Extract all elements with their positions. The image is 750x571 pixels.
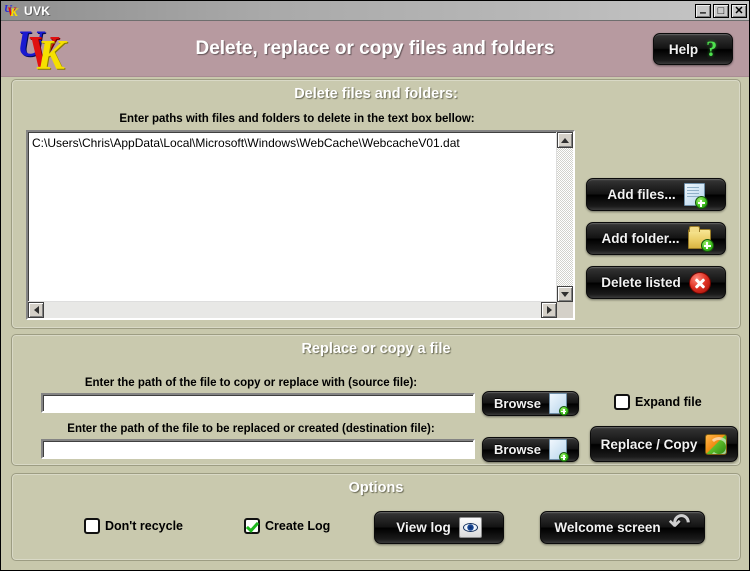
- chevron-up-icon: [561, 137, 569, 143]
- options-panel-title: Options: [348, 480, 404, 496]
- replace-copy-label: Replace / Copy: [600, 436, 698, 452]
- create-log-label: Create Log: [265, 519, 331, 533]
- browse-file-icon: [548, 439, 569, 462]
- vertical-scrollbar[interactable]: [556, 132, 573, 302]
- replace-panel-title: Replace or copy a file: [301, 341, 451, 357]
- logo-letter-k: K: [10, 4, 19, 19]
- page-title: Delete, replace or copy files and folder…: [195, 37, 555, 59]
- close-button[interactable]: ✕: [731, 3, 747, 18]
- uvk-logo-icon: U V K: [4, 3, 20, 19]
- view-log-label: View log: [396, 520, 451, 535]
- window-controls: – □ ✕: [695, 3, 747, 19]
- delete-red-x-icon: [688, 271, 711, 294]
- maximize-icon: □: [717, 4, 725, 17]
- chevron-right-icon: [546, 306, 552, 314]
- chevron-down-icon: [561, 291, 569, 297]
- minimize-button[interactable]: –: [695, 3, 711, 19]
- scroll-up-button[interactable]: [557, 132, 573, 148]
- welcome-screen-button[interactable]: Welcome screen: [540, 509, 705, 544]
- create-log-checkbox[interactable]: Create Log: [244, 518, 330, 534]
- options-panel: Options Don't recycle Create Log View lo…: [11, 473, 741, 561]
- horizontal-scrollbar[interactable]: [28, 301, 557, 318]
- dont-recycle-checkbox-box[interactable]: [84, 518, 100, 534]
- source-file-input[interactable]: [41, 393, 475, 413]
- expand-file-checkbox-box[interactable]: [614, 394, 630, 410]
- question-mark-icon: ?: [706, 36, 718, 61]
- destination-file-input[interactable]: [41, 439, 475, 459]
- delete-paths-textbox[interactable]: C:\Users\Chris\AppData\Local\Microsoft\W…: [26, 130, 575, 320]
- delete-instruction-label: Enter paths with files and folders to de…: [119, 113, 475, 125]
- dont-recycle-checkbox[interactable]: Don't recycle: [84, 518, 183, 534]
- browse-source-label: Browse: [494, 396, 541, 411]
- dont-recycle-label: Don't recycle: [105, 519, 184, 533]
- browse-destination-button[interactable]: Browse: [482, 437, 579, 462]
- window-title: UVK: [24, 3, 51, 18]
- source-file-label: Enter the path of the file to copy or re…: [84, 377, 418, 389]
- scroll-right-button[interactable]: [541, 302, 557, 318]
- refresh-arrows-icon: [705, 433, 728, 455]
- uvk-logo: U V K: [13, 23, 77, 79]
- add-folder-button[interactable]: Add folder...: [586, 222, 726, 255]
- add-folder-label: Add folder...: [601, 231, 680, 246]
- add-files-label: Add files...: [607, 187, 676, 202]
- delete-listed-button[interactable]: Delete listed: [586, 266, 726, 299]
- window-titlebar: U V K UVK – □ ✕: [1, 1, 749, 21]
- app-header: U V K Delete, replace or copy files and …: [1, 21, 749, 77]
- create-log-checkbox-box[interactable]: [244, 518, 260, 534]
- scroll-down-button[interactable]: [557, 286, 573, 302]
- replace-copy-panel: Replace or copy a file Enter the path of…: [11, 334, 741, 466]
- maximize-button[interactable]: □: [713, 3, 729, 18]
- eye-icon: [458, 517, 482, 538]
- view-log-button[interactable]: View log: [374, 511, 504, 544]
- replace-copy-button[interactable]: Replace / Copy: [590, 426, 738, 462]
- expand-file-label: Expand file: [635, 395, 702, 409]
- scrollbar-corner: [557, 302, 573, 318]
- help-button[interactable]: Help ?: [653, 33, 733, 65]
- destination-file-label: Enter the path of the file to be replace…: [67, 423, 435, 435]
- add-files-button[interactable]: Add files...: [586, 178, 726, 211]
- welcome-screen-label: Welcome screen: [554, 520, 661, 535]
- minimize-icon: –: [699, 4, 707, 19]
- chevron-left-icon: [33, 306, 39, 314]
- delete-panel-title: Delete files and folders:: [294, 86, 458, 102]
- delete-files-panel: Delete files and folders: Enter paths wi…: [11, 79, 741, 329]
- browse-source-button[interactable]: Browse: [482, 391, 579, 416]
- help-button-label: Help: [668, 41, 699, 57]
- back-arrow-icon: [669, 509, 691, 539]
- file-add-icon: [683, 183, 708, 209]
- browse-destination-label: Browse: [494, 442, 541, 457]
- browse-file-icon: [548, 393, 569, 416]
- scroll-left-button[interactable]: [28, 302, 44, 318]
- uvk-application-window: U V K UVK – □ ✕ U V K Delete, replace or…: [0, 0, 750, 571]
- logo-letter-k: K: [37, 32, 66, 79]
- close-icon: ✕: [734, 4, 744, 17]
- folder-add-icon: [687, 225, 714, 252]
- delete-listed-label: Delete listed: [601, 275, 681, 290]
- expand-file-checkbox[interactable]: Expand file: [614, 394, 702, 410]
- delete-paths-value: C:\Users\Chris\AppData\Local\Microsoft\W…: [32, 136, 460, 150]
